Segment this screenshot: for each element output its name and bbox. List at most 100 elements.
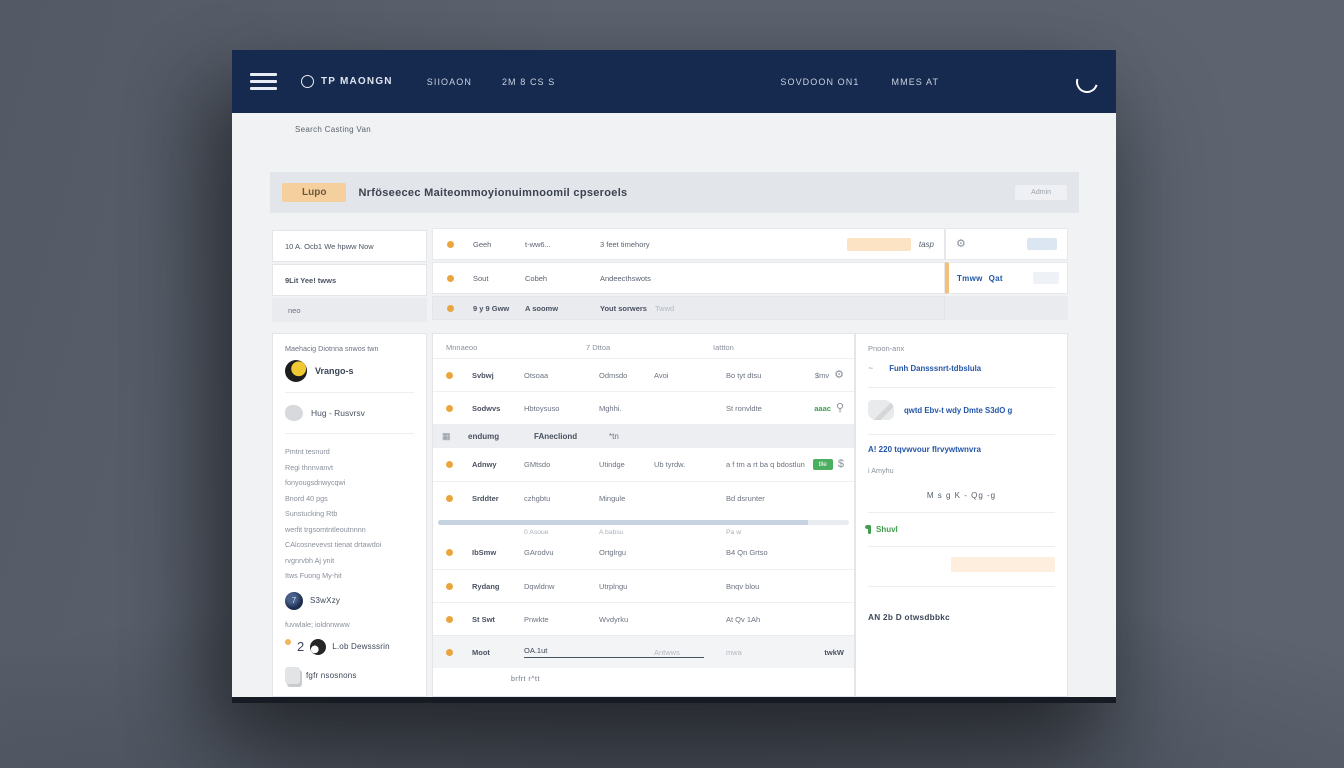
breadcrumb: Search Casting Van — [295, 125, 371, 134]
queue-cell: 3 feet timehory — [600, 240, 655, 249]
toolbar-button[interactable] — [1027, 238, 1057, 250]
sidebar-link[interactable]: rvgnrvbh Aj ynit — [285, 553, 414, 569]
nav-item-3[interactable]: SOVDOON ON1 — [780, 77, 859, 87]
banner-action-button[interactable]: Admin — [1015, 185, 1067, 200]
gear-icon[interactable]: ⚙ — [956, 239, 966, 250]
accent-dot-icon — [285, 639, 291, 645]
subheader: A babsu — [599, 529, 726, 536]
sidebar-card-3[interactable]: neo — [272, 298, 427, 322]
row-cell: B4 Qn Grtso — [726, 548, 808, 557]
panel-heading: A! 220 tqvwvour flrvywtwnvra — [868, 435, 1055, 456]
section-col: FAnecliond — [534, 432, 609, 441]
queue-row-selected[interactable]: 9 y 9 Gww A soomw Yout sorwers Twwd — [432, 296, 945, 320]
panel-status-row[interactable]: Shuvl — [868, 513, 1055, 547]
row-cell: St ronvldte — [726, 404, 808, 413]
sidebar-link[interactable]: Itws Fuong My-hit — [285, 568, 414, 584]
table-header-row: Mnnaeoo 7 Dttoa Iattton — [433, 334, 854, 358]
sidebar-card-2[interactable]: 9Lit Yee! twws — [272, 264, 427, 296]
queue-row[interactable]: Geeh t-ww6... 3 feet timehory tasp — [432, 228, 945, 260]
queue-row[interactable]: Sout Cobeh Andeecthswots — [432, 262, 945, 294]
user2-name: S3wXzy — [310, 596, 340, 605]
member-row[interactable]: fgfr nsosnons — [285, 667, 414, 684]
sidebar-link[interactable]: werfit trgsomtntleoutnnnn — [285, 522, 414, 538]
row-name: Sodwvs — [472, 404, 524, 413]
table-subheader-row: 0 Asoue A babsu Pa w — [433, 525, 854, 536]
row-value: $mv — [815, 371, 829, 380]
tilde-prefix: ~ — [868, 363, 873, 373]
avatar — [285, 360, 307, 382]
gear-icon[interactable]: ⚙ — [834, 370, 844, 381]
nav-item-2[interactable]: 2M 8 CS S — [502, 77, 555, 87]
nav-item-1[interactable]: SIIOAON — [427, 77, 472, 87]
panel-link[interactable]: qwtd Ebv-t wdy Dmte S3dO g — [904, 406, 1012, 415]
row-cell: a f tm a rt ba q bdostlun — [726, 460, 808, 469]
toolbar-link-2[interactable]: Qat — [989, 274, 1003, 283]
sidebar-link[interactable]: fonyougsdnwycqwi — [285, 475, 414, 491]
table-row[interactable]: IbSmw GArodvu Ortglrgu B4 Qn Grtso — [433, 536, 854, 569]
table-row-highlighted[interactable]: Moot OA.1ut Antwws mwa twkW — [433, 635, 854, 668]
queue-cell: Geeh — [473, 240, 525, 249]
table-section-header[interactable]: ▦ endumg FAnecliond *tn — [433, 424, 854, 448]
nav-item-4[interactable]: MMES AT — [892, 77, 940, 87]
tasp-label: tasp — [919, 240, 934, 249]
col-header[interactable]: Iattton — [713, 343, 854, 352]
toolbar-button-2[interactable] — [1033, 272, 1059, 284]
table-row[interactable]: Srddter czhgbtu Mingule Bd dsrunter — [433, 481, 854, 514]
queue-cell: Yout sorwers — [600, 304, 655, 313]
sidebar-link[interactable]: Pmtnt tesnurd — [285, 444, 414, 460]
grid-icon: ▦ — [442, 431, 468, 442]
profile-secondary-row[interactable]: Hug - Rusvrsv — [285, 393, 414, 434]
member-prefix: 2 — [297, 639, 304, 654]
subheader: 0 Asoue — [524, 529, 599, 536]
row-cell-faint: Antwws — [654, 648, 726, 657]
panel-title: Pnoon-anx — [868, 344, 1055, 353]
sidebar-link[interactable]: Bnord 40 pgs — [285, 491, 414, 507]
sidebar-card-1[interactable]: 10 A. Ocb1 We hpww Now — [272, 230, 427, 262]
profile-user-row[interactable]: Vrango-s — [285, 360, 414, 393]
pin-icon[interactable]: ⚲ — [836, 403, 844, 414]
col-header[interactable]: 7 Dttoa — [586, 343, 713, 352]
status-dot-icon — [446, 583, 453, 590]
panel-link[interactable]: Funh Dansssnrt-tdbslula — [889, 364, 981, 373]
queue-cell: Andeecthswots — [600, 274, 655, 283]
row-value: twkW — [824, 648, 844, 657]
row-cell: At Qv 1Ah — [726, 615, 808, 624]
dollar-icon[interactable]: $ — [838, 459, 844, 470]
banner-title: Nrföseecec Maiteommoyionuimnoomil cpsero… — [358, 187, 627, 199]
profile-user2-row[interactable]: 7 S3wXzy — [285, 592, 414, 610]
row-name: Rydang — [472, 582, 524, 591]
panel-pager[interactable]: M s g K - Qg -g — [868, 477, 1055, 513]
row-badge: tlle — [813, 459, 833, 470]
top-navbar: TP MAONGN SIIOAON 2M 8 CS S SOVDOON ON1 … — [232, 50, 1116, 113]
document-thumbnail-icon — [868, 400, 894, 420]
member-row[interactable]: 2 L.ob Dewsssrin — [285, 639, 414, 655]
highlight-pill[interactable] — [951, 557, 1055, 572]
brand-name: TP MAONGN — [321, 76, 393, 87]
status-dot-icon — [446, 405, 453, 412]
panel-link-row[interactable]: ~ Funh Dansssnrt-tdbslula — [868, 363, 1055, 388]
toolbar-link-1[interactable]: Tmww — [957, 274, 983, 283]
app-logo[interactable]: TP MAONGN — [301, 75, 393, 88]
sidebar-link[interactable]: Sunstucking Rtb — [285, 506, 414, 522]
hamburger-menu-icon[interactable] — [250, 73, 277, 90]
status-dot-icon — [446, 461, 453, 468]
banner-tag[interactable]: Lupo — [282, 183, 346, 202]
sidebar-link[interactable]: Regi thnnvanvt — [285, 460, 414, 476]
member-label: L.ob Dewsssrin — [332, 642, 390, 651]
sidebar-link[interactable]: CAlcosnevevst tienat drtawdoi — [285, 537, 414, 553]
highlight-pill[interactable] — [847, 238, 911, 251]
table-row[interactable]: St Swt Pnwkte Wvdyrku At Qv 1Ah — [433, 602, 854, 635]
avatar-small: 7 — [285, 592, 303, 610]
queue-cell: Cobeh — [525, 274, 600, 283]
queue-cell: 9 y 9 Gww — [473, 304, 525, 313]
user-avatar-icon[interactable] — [1072, 67, 1102, 97]
row-cell: Hbtoysuso — [524, 404, 599, 413]
table-row[interactable]: Sodwvs Hbtoysuso Mghhi. St ronvldte aaac… — [433, 391, 854, 424]
col-header[interactable]: Mnnaeoo — [446, 343, 586, 352]
table-row[interactable]: Svbwj Otsoaa Odmsdo Avoi Bo tyt dtsu $mv… — [433, 358, 854, 391]
section-col: *tn — [609, 432, 854, 441]
table-row[interactable]: Rydang Dqwldnw Utrplngu Bnqv blou — [433, 569, 854, 602]
table-row[interactable]: Adnwy GMtsdo Utindge Ub tyrdw. a f tm a … — [433, 448, 854, 481]
row-cell: czhgbtu — [524, 494, 599, 503]
panel-link-row[interactable]: qwtd Ebv-t wdy Dmte S3dO g — [868, 388, 1055, 435]
